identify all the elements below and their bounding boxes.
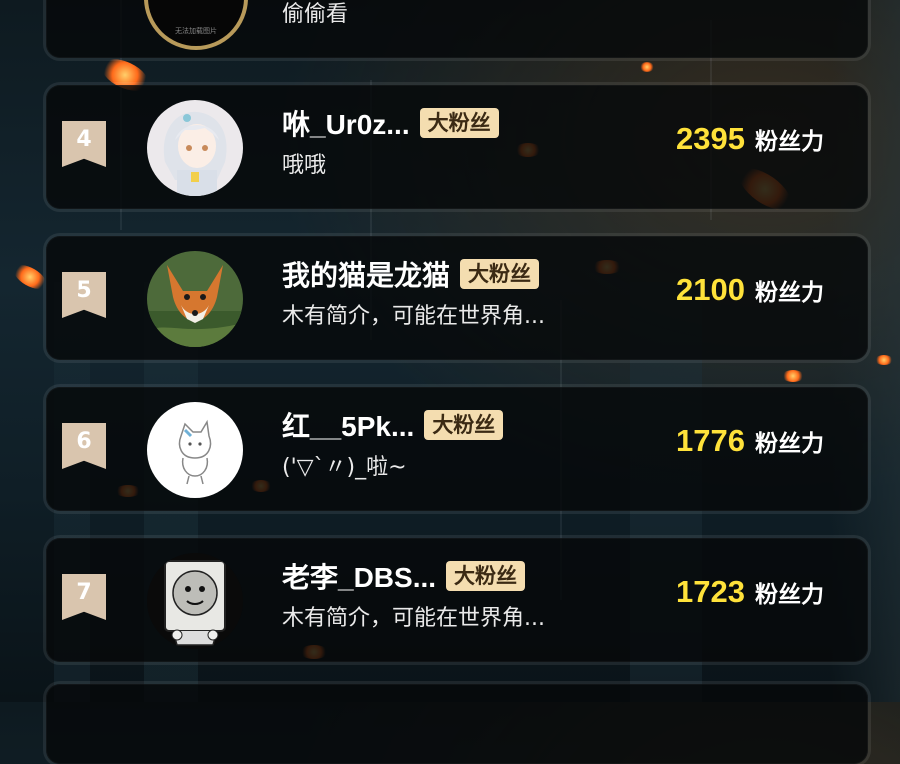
rank-ribbon: 6 bbox=[62, 423, 106, 469]
user-bio: 木有简介，可能在世界角... bbox=[282, 304, 545, 329]
score-value: 1723 bbox=[676, 574, 745, 609]
fan-power-score: 1723 粉丝力 bbox=[676, 574, 824, 610]
leaderboard-entry-partial-top[interactable]: 无法加载图片 偷偷看 bbox=[46, 0, 868, 58]
fan-power-score: 1776 粉丝力 bbox=[676, 423, 824, 459]
score-value: 2395 bbox=[676, 121, 745, 156]
ember-particle bbox=[782, 370, 804, 382]
user-name[interactable]: 红__5Pk... bbox=[282, 405, 414, 445]
cat-doodle-avatar-image bbox=[147, 402, 243, 498]
anime-girl-avatar-image bbox=[147, 100, 243, 196]
fan-power-score: 2100 粉丝力 bbox=[676, 272, 824, 308]
fan-level-badge: 大粉丝 bbox=[460, 259, 540, 289]
leaderboard-entry-partial-bottom[interactable] bbox=[46, 684, 868, 764]
sun-face-avatar-image bbox=[147, 553, 243, 649]
score-unit: 粉丝力 bbox=[755, 280, 824, 306]
user-name-row: 咻_Ur0z... 大粉丝 bbox=[282, 103, 499, 143]
score-unit: 粉丝力 bbox=[755, 582, 824, 608]
fan-level-badge: 大粉丝 bbox=[446, 561, 526, 591]
user-bio: ('▽`〃)_啦~ bbox=[282, 455, 407, 480]
avatar[interactable] bbox=[147, 402, 243, 498]
score-value: 1776 bbox=[676, 423, 745, 458]
score-value: 2100 bbox=[676, 272, 745, 307]
user-bio: 木有简介，可能在世界角... bbox=[282, 606, 545, 631]
fan-power-score: 2395 粉丝力 bbox=[676, 121, 824, 157]
user-name-row: 红__5Pk... 大粉丝 bbox=[282, 405, 504, 445]
user-name[interactable]: 咻_Ur0z... bbox=[282, 103, 410, 143]
avatar[interactable] bbox=[147, 100, 243, 196]
avatar[interactable] bbox=[147, 251, 243, 347]
score-unit: 粉丝力 bbox=[755, 129, 824, 155]
user-bio: 偷偷看 bbox=[282, 2, 349, 27]
avatar[interactable]: 无法加载图片 bbox=[148, 0, 244, 46]
avatar-caption: 无法加载图片 bbox=[175, 27, 217, 35]
score-unit: 粉丝力 bbox=[755, 431, 824, 457]
user-name-row: 老李_DBS... 大粉丝 bbox=[282, 556, 526, 596]
fan-level-badge: 大粉丝 bbox=[424, 410, 504, 440]
avatar[interactable] bbox=[147, 553, 243, 649]
leaderboard-entry[interactable]: 6 红__5Pk... 大粉丝 ('▽`〃)_啦~ 1776 粉丝力 bbox=[46, 387, 868, 511]
user-name[interactable]: 老李_DBS... bbox=[282, 556, 436, 596]
user-name[interactable]: 我的猫是龙猫 bbox=[282, 254, 450, 294]
user-name-row: 我的猫是龙猫 大粉丝 bbox=[282, 254, 540, 294]
rank-ribbon: 5 bbox=[62, 272, 106, 318]
ember-particle bbox=[875, 355, 893, 365]
rank-ribbon: 7 bbox=[62, 574, 106, 620]
leaderboard-entry[interactable]: 4 咻_Ur0z... 大粉丝 哦哦 2395 粉丝力 bbox=[46, 85, 868, 209]
leaderboard-entry[interactable]: 7 老李_DBS... 大粉丝 木有简介，可能在世界角... 1723 粉丝力 bbox=[46, 538, 868, 662]
rank-ribbon: 4 bbox=[62, 121, 106, 167]
ember-particle bbox=[640, 62, 654, 72]
leaderboard-entry[interactable]: 5 我的猫是龙猫 大粉丝 木有简介，可能在世界角... 2100 粉丝力 bbox=[46, 236, 868, 360]
user-bio: 哦哦 bbox=[282, 153, 327, 178]
fan-level-badge: 大粉丝 bbox=[419, 108, 499, 138]
fox-avatar-image bbox=[147, 251, 243, 347]
